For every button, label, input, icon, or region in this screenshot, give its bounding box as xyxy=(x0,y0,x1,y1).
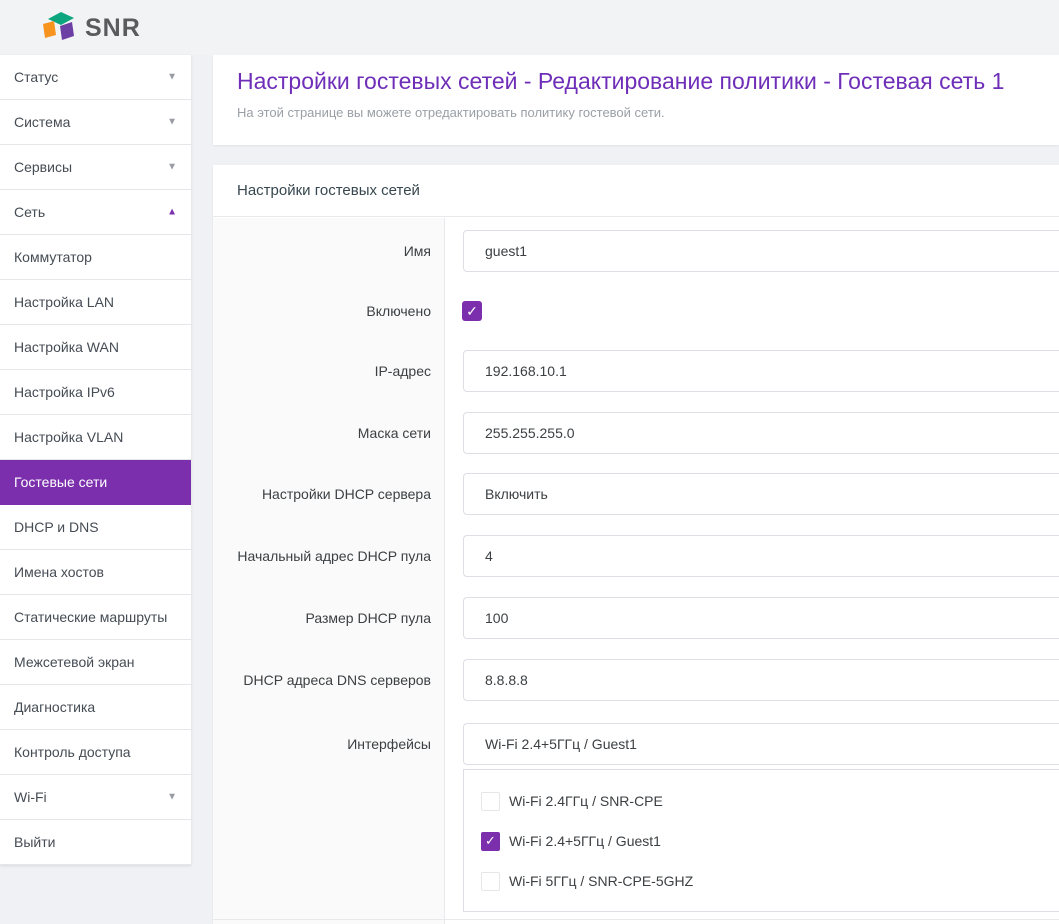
checkbox-unchecked-icon[interactable] xyxy=(481,792,500,811)
form-label-column xyxy=(213,218,445,924)
interface-option-label: Wi-Fi 5ГГц / SNR-CPE-5GHZ xyxy=(509,873,693,889)
netmask-input[interactable] xyxy=(463,412,1059,454)
page-subtitle: На этой странице вы можете отредактирова… xyxy=(237,105,665,120)
enabled-label: Включено xyxy=(213,301,431,321)
checkbox-checked-icon[interactable]: ✓ xyxy=(481,832,500,851)
header-band: SNR xyxy=(0,0,1059,55)
form-section-title: Настройки гостевых сетей xyxy=(213,165,1059,217)
sidebar-item-label: Сеть xyxy=(14,204,45,220)
snr-logo: SNR xyxy=(38,10,141,46)
sidebar-item-guest-networks[interactable]: Гостевые сети xyxy=(0,460,191,505)
sidebar-item-static-routes[interactable]: Статические маршруты xyxy=(0,595,191,640)
sidebar-item-label: Статические маршруты xyxy=(14,609,167,625)
dhcp-dns-input[interactable] xyxy=(463,659,1059,701)
sidebar-item-ipv6-settings[interactable]: Настройка IPv6 xyxy=(0,370,191,415)
sidebar-item-label: Настройка VLAN xyxy=(14,429,123,445)
ip-address-input[interactable] xyxy=(463,350,1059,392)
sidebar-item-label: Контроль доступа xyxy=(14,744,131,760)
sidebar-item-access-control[interactable]: Контроль доступа xyxy=(0,730,191,775)
chevron-down-icon: ▼ xyxy=(167,117,177,128)
sidebar-item-label: Коммутатор xyxy=(14,249,92,265)
sidebar-item-services[interactable]: Сервисы ▼ xyxy=(0,145,191,190)
sidebar-item-label: DHCP и DNS xyxy=(14,519,99,535)
sidebar-item-logout[interactable]: Выйти xyxy=(0,820,191,865)
sidebar: Статус ▼ Система ▼ Сервисы ▼ Сеть ▲ Комм… xyxy=(0,55,191,865)
guest-network-form-card: Настройки гостевых сетей Имя Включено ✓ … xyxy=(213,165,1059,924)
sidebar-item-wan-settings[interactable]: Настройка WAN xyxy=(0,325,191,370)
netmask-label: Маска сети xyxy=(213,423,431,443)
interface-option-wifi5[interactable]: Wi-Fi 5ГГц / SNR-CPE-5GHZ xyxy=(481,871,693,891)
sidebar-item-lan-settings[interactable]: Настройка LAN xyxy=(0,280,191,325)
sidebar-item-label: Сервисы xyxy=(14,159,72,175)
sidebar-item-label: Имена хостов xyxy=(14,564,104,580)
sidebar-item-label: Выйти xyxy=(14,834,55,850)
sidebar-item-firewall[interactable]: Межсетевой экран xyxy=(0,640,191,685)
chevron-down-icon: ▼ xyxy=(167,162,177,173)
interfaces-dropdown: Wi-Fi 2.4ГГц / SNR-CPE ✓ Wi-Fi 2.4+5ГГц … xyxy=(463,769,1059,912)
name-label: Имя xyxy=(213,241,431,261)
dhcp-start-input[interactable] xyxy=(463,535,1059,577)
sidebar-item-diagnostics[interactable]: Диагностика xyxy=(0,685,191,730)
sidebar-item-label: Настройка IPv6 xyxy=(14,384,115,400)
sidebar-item-dhcp-dns[interactable]: DHCP и DNS xyxy=(0,505,191,550)
chevron-down-icon: ▼ xyxy=(167,792,177,803)
page-header-card: Настройки гостевых сетей - Редактировани… xyxy=(213,55,1059,145)
check-icon: ✓ xyxy=(485,833,496,849)
page-title: Настройки гостевых сетей - Редактировани… xyxy=(237,68,1004,95)
sidebar-item-network[interactable]: Сеть ▲ xyxy=(0,190,191,235)
name-input[interactable] xyxy=(463,230,1059,272)
interface-option-wifi24[interactable]: Wi-Fi 2.4ГГц / SNR-CPE xyxy=(481,791,663,811)
chevron-down-icon: ▼ xyxy=(167,72,177,83)
checkbox-unchecked-icon[interactable] xyxy=(481,872,500,891)
dhcp-pool-size-input[interactable] xyxy=(463,597,1059,639)
interfaces-label: Интерфейсы xyxy=(213,734,431,754)
sidebar-item-label: Гостевые сети xyxy=(14,474,107,490)
interface-option-label: Wi-Fi 2.4ГГц / SNR-CPE xyxy=(509,793,663,809)
check-icon: ✓ xyxy=(466,303,478,320)
interface-option-wifi245-guest1[interactable]: ✓ Wi-Fi 2.4+5ГГц / Guest1 xyxy=(481,831,661,851)
sidebar-item-status[interactable]: Статус ▼ xyxy=(0,55,191,100)
sidebar-item-wifi[interactable]: Wi-Fi ▼ xyxy=(0,775,191,820)
logo-text: SNR xyxy=(85,14,141,43)
row-divider xyxy=(213,919,1059,920)
dhcp-pool-size-label: Размер DHCP пула xyxy=(213,608,431,628)
dhcp-server-label: Настройки DHCP сервера xyxy=(213,484,431,504)
ip-address-label: IP-адрес xyxy=(213,361,431,381)
sidebar-item-vlan-settings[interactable]: Настройка VLAN xyxy=(0,415,191,460)
dhcp-dns-label: DHCP адреса DNS серверов xyxy=(213,670,431,690)
logo-cube-icon xyxy=(38,10,78,46)
dhcp-start-label: Начальный адрес DHCP пула xyxy=(213,546,431,566)
interfaces-select[interactable]: Wi-Fi 2.4+5ГГц / Guest1 xyxy=(463,723,1059,765)
sidebar-item-label: Диагностика xyxy=(14,699,95,715)
sidebar-item-switch[interactable]: Коммутатор xyxy=(0,235,191,280)
interface-option-label: Wi-Fi 2.4+5ГГц / Guest1 xyxy=(509,833,661,849)
sidebar-item-label: Настройка WAN xyxy=(14,339,119,355)
sidebar-item-system[interactable]: Система ▼ xyxy=(0,100,191,145)
sidebar-item-label: Статус xyxy=(14,69,58,85)
sidebar-item-hostnames[interactable]: Имена хостов xyxy=(0,550,191,595)
dhcp-server-select[interactable]: Включить xyxy=(463,473,1059,515)
sidebar-item-label: Межсетевой экран xyxy=(14,654,135,670)
sidebar-item-label: Wi-Fi xyxy=(14,789,47,805)
chevron-up-icon: ▲ xyxy=(167,207,177,218)
enabled-checkbox[interactable]: ✓ xyxy=(462,301,482,321)
sidebar-item-label: Система xyxy=(14,114,70,130)
sidebar-item-label: Настройка LAN xyxy=(14,294,114,310)
